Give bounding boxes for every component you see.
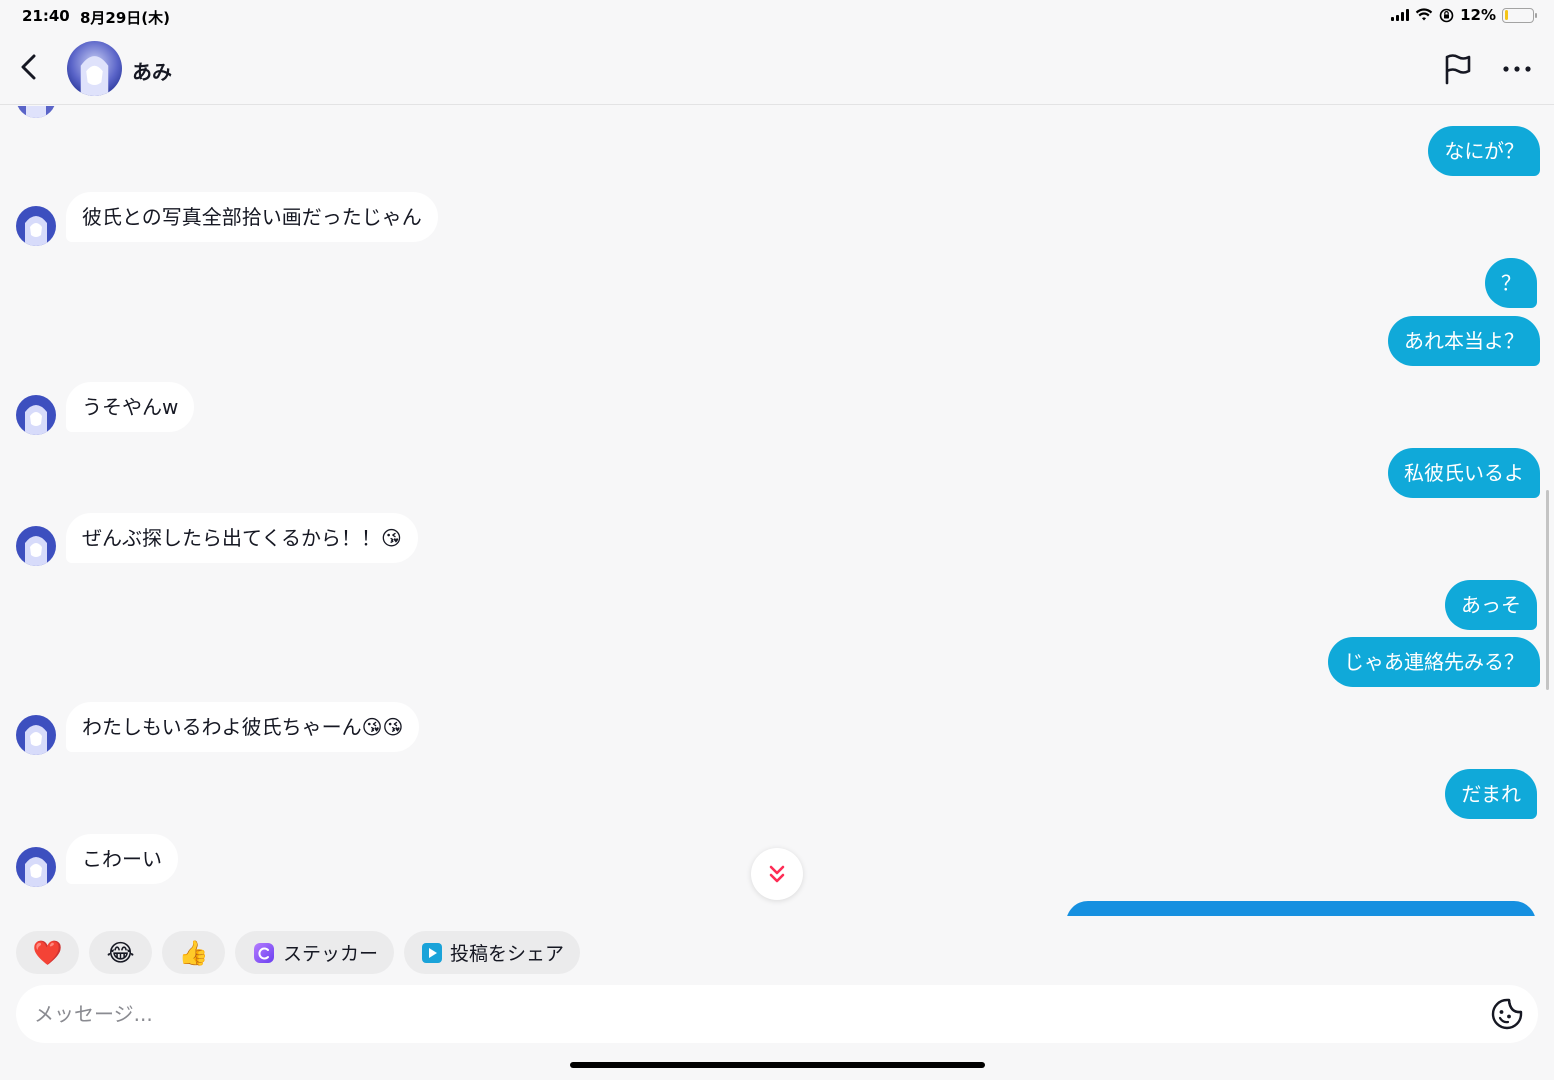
- message-bubble[interactable]: わたしもいるわよ彼氏ちゃーん😘😘: [66, 702, 420, 752]
- status-bar: 21:40 8月29日(木) 12%: [0, 0, 1554, 32]
- status-indicators: 12%: [1391, 6, 1537, 24]
- outgoing-message: なにが？: [1428, 126, 1540, 176]
- thumbs-up-icon: 👍: [178, 938, 209, 967]
- sender-avatar[interactable]: [16, 715, 56, 755]
- outgoing-message: 私彼氏いるよ: [1388, 448, 1540, 498]
- outgoing-message: だまれ: [1445, 769, 1537, 819]
- sender-avatar: [16, 106, 56, 118]
- outgoing-message: じゃあ連絡先みる？: [1328, 637, 1540, 687]
- message-bubble[interactable]: あっそ: [1445, 580, 1537, 630]
- sticker-icon: [254, 942, 274, 963]
- sender-avatar[interactable]: [16, 847, 56, 887]
- message-bubble[interactable]: ？: [1485, 258, 1537, 308]
- double-chevron-down-icon: [769, 865, 785, 883]
- message-bubble[interactable]: だまれ: [1445, 769, 1537, 819]
- outgoing-message: ？: [1485, 258, 1537, 308]
- cellular-signal-icon: [1391, 9, 1410, 21]
- sticker-button[interactable]: ステッカー: [235, 931, 395, 974]
- chevron-left-icon: [21, 54, 36, 80]
- heart-reaction-button[interactable]: ❤️: [16, 931, 79, 974]
- more-options-icon[interactable]: [1500, 52, 1534, 86]
- message-bubble[interactable]: ぜんぶ探したら出てくるから！！😘: [66, 513, 418, 563]
- back-button[interactable]: [14, 52, 44, 82]
- message-bubble[interactable]: 私彼氏いるよ: [1388, 448, 1540, 498]
- wifi-icon: [1415, 8, 1433, 21]
- sender-avatar[interactable]: [16, 526, 56, 566]
- message-composer: [16, 985, 1538, 1043]
- battery-icon: [1502, 7, 1537, 23]
- message-input[interactable]: [34, 985, 1454, 1043]
- sender-avatar[interactable]: [16, 395, 56, 435]
- sticker-label: ステッカー: [283, 943, 379, 965]
- contact-avatar[interactable]: [67, 41, 122, 96]
- message-list[interactable]: なにが？ 彼氏との写真全部拾い画だったじゃん ？ あれ本当よ？ うそやんw 私彼…: [0, 106, 1554, 916]
- incoming-message: うそやんw: [66, 382, 195, 432]
- share-post-icon: [422, 942, 443, 963]
- heart-icon: ❤️: [32, 938, 63, 967]
- incoming-message: こわーい: [66, 834, 178, 884]
- laughing-face-icon: 😂: [106, 938, 135, 967]
- quick-reactions: ❤️ 😂 👍 ステッカー 投稿をシェア: [16, 931, 581, 974]
- message-bubble[interactable]: うそやんw: [66, 382, 195, 432]
- report-flag-icon[interactable]: [1441, 52, 1475, 86]
- laugh-reaction-button[interactable]: 😂: [89, 931, 152, 974]
- status-date: 8月29日(木): [80, 9, 171, 27]
- status-time: 21:40: [22, 7, 70, 25]
- outgoing-message-partial[interactable]: [1066, 901, 1536, 916]
- message-bubble[interactable]: なにが？: [1428, 126, 1540, 176]
- battery-percent: 12%: [1460, 6, 1496, 24]
- share-post-label: 投稿をシェア: [450, 943, 565, 965]
- incoming-message: ぜんぶ探したら出てくるから！！😘: [66, 513, 418, 563]
- contact-name[interactable]: あみ: [132, 56, 172, 85]
- home-indicator[interactable]: [570, 1062, 985, 1068]
- share-post-button[interactable]: 投稿をシェア: [404, 931, 581, 974]
- emoji-sticker-icon[interactable]: [1490, 997, 1524, 1031]
- scrollbar[interactable]: [1546, 490, 1549, 690]
- message-bubble[interactable]: じゃあ連絡先みる？: [1328, 637, 1540, 687]
- message-bubble[interactable]: こわーい: [66, 834, 178, 884]
- incoming-message: 彼氏との写真全部拾い画だったじゃん: [66, 192, 438, 242]
- sender-avatar[interactable]: [16, 206, 56, 246]
- orientation-lock-icon: [1439, 8, 1454, 22]
- thumbs-up-reaction-button[interactable]: 👍: [162, 931, 225, 974]
- message-bubble[interactable]: あれ本当よ？: [1388, 316, 1540, 366]
- outgoing-message: あっそ: [1445, 580, 1537, 630]
- scroll-to-bottom-button[interactable]: [751, 848, 803, 900]
- message-bubble[interactable]: 彼氏との写真全部拾い画だったじゃん: [66, 192, 438, 242]
- chat-header: あみ: [0, 32, 1554, 105]
- outgoing-message: あれ本当よ？: [1388, 316, 1540, 366]
- incoming-message: わたしもいるわよ彼氏ちゃーん😘😘: [66, 702, 420, 752]
